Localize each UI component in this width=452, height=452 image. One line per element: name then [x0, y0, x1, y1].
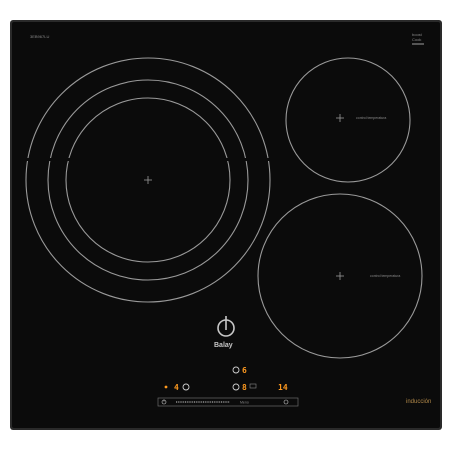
boost-logo-line2: Cook — [412, 37, 421, 42]
front-right-zone-label: control temperatura — [370, 274, 400, 278]
boost-logo-mark — [412, 43, 424, 45]
model-code: 3EB967LU — [30, 34, 49, 39]
rear-right-zone-label: control temperatura — [356, 116, 386, 120]
display-mid-digit: 8 — [242, 383, 247, 392]
display-left-digit: 4 — [174, 383, 179, 392]
technology-label: inducción — [406, 399, 431, 405]
zone-left-ring-gap — [26, 158, 86, 161]
induction-hob: 3EB967LU boost Cook control temperatura … — [10, 20, 442, 430]
control-bar-menu-label[interactable]: Menú — [240, 401, 249, 405]
display-timer: 14 — [278, 383, 288, 392]
zone-left-ring-gap-2 — [210, 158, 270, 161]
display-top-digit: 6 — [242, 366, 247, 375]
indicator-dot — [164, 385, 168, 389]
glass-top — [12, 22, 440, 428]
brand-name: Balay — [214, 342, 233, 349]
